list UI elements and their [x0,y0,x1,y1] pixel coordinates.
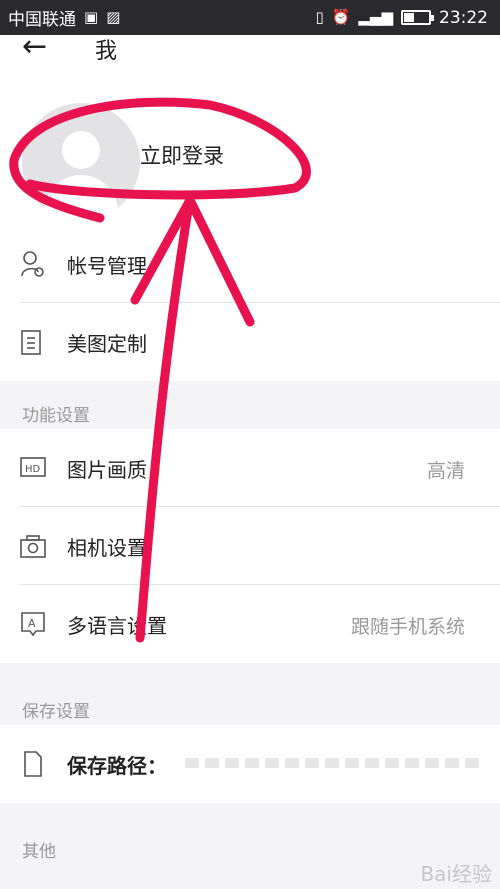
language-settings-label: 多语言设置 [67,614,167,638]
vibrate-icon: ▯ [315,8,324,26]
save-path-item[interactable]: 保存路径： [0,725,500,803]
language-icon: A [21,612,45,637]
section-save-settings: 保存设置 [0,663,500,725]
image-quality-value: 高清 [426,460,465,482]
meitu-custom-item[interactable]: 美图定制 [0,303,500,381]
watermark-logo: Bai经验 [420,862,492,886]
avatar[interactable] [22,103,140,221]
avatar-head-icon [62,131,100,169]
document-icon [21,330,41,355]
account-management-item[interactable]: 帐号管理 [0,225,500,303]
notification-icon: ▣ [84,8,99,26]
language-settings-item[interactable]: A 多语言设置 跟随手机系统 [0,585,500,663]
camera-settings-label: 相机设置 [67,536,147,560]
avatar-body-icon [44,175,118,221]
hd-icon: HD [20,457,46,477]
meitu-custom-label: 美图定制 [67,332,147,356]
profile-card[interactable]: 立即登录 [0,65,500,225]
section-title: 保存设置 [22,702,90,722]
back-arrow-icon[interactable]: ← [22,29,47,64]
login-button[interactable]: 立即登录 [140,140,224,170]
user-settings-icon [21,251,44,277]
section-title: 其他 [22,842,56,862]
account-management-label: 帐号管理 [67,254,147,278]
svg-text:HD: HD [25,464,41,475]
svg-text:A: A [28,617,36,630]
section-function-settings: 功能设置 [0,381,500,429]
image-quality-label: 图片画质 [67,458,147,482]
battery-icon [401,10,434,25]
blurred-path-value [185,758,485,768]
app-header: ← 我 [0,29,500,65]
status-bar: 中国联通 ▣ ▨ ▯ ⏰ ▂▄▆ 23:22 [0,0,500,35]
camera-icon [20,535,46,558]
image-icon: ▨ [106,8,121,26]
save-path-label: 保存路径： [67,754,167,778]
image-quality-item[interactable]: HD 图片画质 高清 [0,429,500,507]
camera-settings-item[interactable]: 相机设置 [0,507,500,585]
carrier-label: 中国联通 [8,10,76,30]
clock: 23:22 [439,7,488,28]
alarm-icon: ⏰ [331,8,351,26]
page-title: 我 [95,39,118,64]
language-settings-value: 跟随手机系统 [350,616,465,638]
file-icon [24,751,42,777]
signal-icon: ▂▄▆ [358,8,393,26]
section-title: 功能设置 [22,406,90,426]
